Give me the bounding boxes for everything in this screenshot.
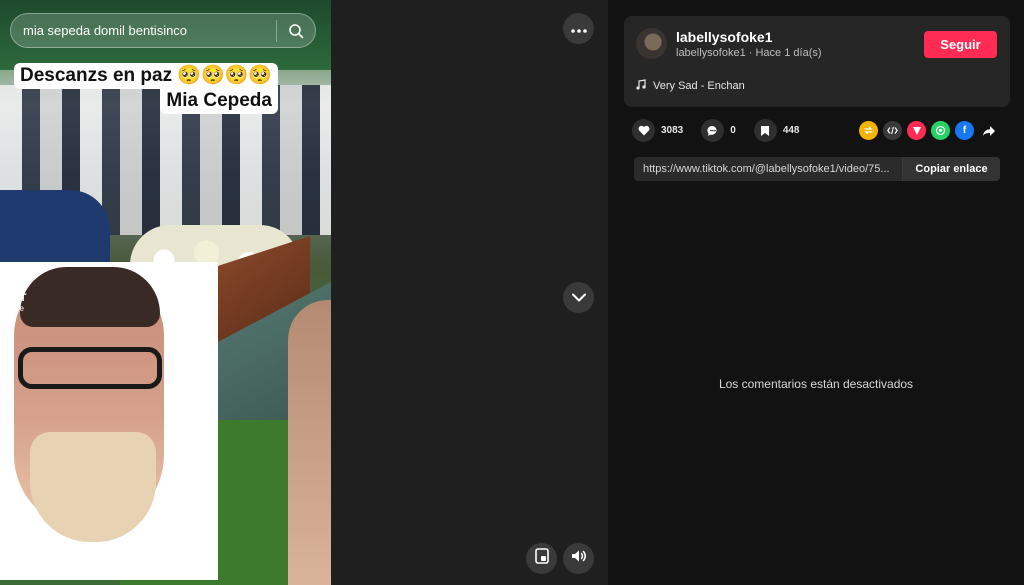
music-title: Very Sad - Enchan bbox=[653, 80, 745, 92]
video-person-right bbox=[288, 300, 331, 585]
watermark-handle: @ re bbox=[6, 304, 24, 313]
picture-in-picture-button[interactable] bbox=[526, 543, 557, 574]
video-url[interactable]: https://www.tiktok.com/@labellysofoke1/v… bbox=[634, 163, 902, 175]
repost-icon[interactable] bbox=[859, 121, 878, 140]
whatsapp-icon[interactable] bbox=[931, 121, 950, 140]
face-hair bbox=[20, 267, 160, 327]
more-icon bbox=[570, 20, 587, 38]
tiktok-note-icon: ♪ bbox=[9, 267, 21, 292]
search-icon[interactable] bbox=[277, 23, 315, 39]
watermark-brand: TikT bbox=[4, 292, 27, 304]
volume-button[interactable] bbox=[563, 543, 594, 574]
next-video-button[interactable] bbox=[563, 282, 594, 313]
save-count: 448 bbox=[782, 125, 800, 136]
pip-icon bbox=[534, 548, 549, 569]
caption-line-1: Descanzs en paz 🥺🥺🥺🥺 bbox=[14, 63, 278, 89]
face-glasses bbox=[18, 347, 162, 389]
post-subline: labellysofoke1 · Hace 1 día(s) bbox=[676, 47, 822, 59]
chevron-down-icon bbox=[571, 289, 586, 307]
profile-card: labellysofoke1 labellysofoke1 · Hace 1 d… bbox=[624, 16, 1010, 107]
send-icon[interactable] bbox=[907, 121, 926, 140]
username[interactable]: labellysofoke1 bbox=[676, 29, 773, 45]
volume-icon bbox=[571, 549, 587, 568]
stats-row: 3083 0 448 bbox=[632, 119, 818, 142]
copy-link-button[interactable]: Copiar enlace bbox=[902, 157, 1000, 181]
video-caption: Descanzs en paz 🥺🥺🥺🥺 Mia Cepeda bbox=[14, 63, 278, 114]
music-info[interactable]: Very Sad - Enchan bbox=[636, 79, 745, 93]
search-bar[interactable]: mia sepeda domil bentisinco bbox=[10, 13, 316, 48]
video-area: mia sepeda domil bentisinco Descanzs en … bbox=[0, 0, 608, 585]
video-player[interactable]: mia sepeda domil bentisinco Descanzs en … bbox=[0, 0, 331, 585]
facebook-icon[interactable]: f bbox=[955, 121, 974, 140]
bookmark-icon[interactable] bbox=[753, 119, 777, 142]
tiktok-video-page: mia sepeda domil bentisinco Descanzs en … bbox=[0, 0, 1024, 585]
like-count: 3083 bbox=[661, 125, 684, 136]
caption-line-2: Mia Cepeda bbox=[160, 88, 278, 114]
video-face-overlay bbox=[0, 262, 218, 580]
share-arrow-icon[interactable] bbox=[979, 121, 998, 140]
details-panel: labellysofoke1 labellysofoke1 · Hace 1 d… bbox=[608, 0, 1024, 585]
avatar[interactable] bbox=[636, 28, 667, 59]
share-row: f bbox=[859, 121, 998, 140]
search-input[interactable]: mia sepeda domil bentisinco bbox=[11, 23, 276, 38]
comment-count: 0 bbox=[730, 125, 736, 136]
comment-stat[interactable]: 0 bbox=[701, 119, 736, 142]
save-stat[interactable]: 448 bbox=[753, 119, 800, 142]
copy-link-bar: https://www.tiktok.com/@labellysofoke1/v… bbox=[634, 157, 1000, 181]
tiktok-watermark: ♪ TikT @ re bbox=[4, 267, 27, 314]
embed-icon[interactable] bbox=[883, 121, 902, 140]
music-note-icon bbox=[636, 79, 646, 93]
comment-icon[interactable] bbox=[701, 119, 725, 142]
more-options-button[interactable] bbox=[563, 13, 594, 44]
face-bandage bbox=[30, 432, 156, 542]
follow-button[interactable]: Seguir bbox=[924, 31, 997, 58]
heart-icon[interactable] bbox=[632, 119, 655, 142]
like-stat[interactable]: 3083 bbox=[632, 119, 683, 142]
comments-disabled-message: Los comentarios están desactivados bbox=[718, 377, 914, 391]
